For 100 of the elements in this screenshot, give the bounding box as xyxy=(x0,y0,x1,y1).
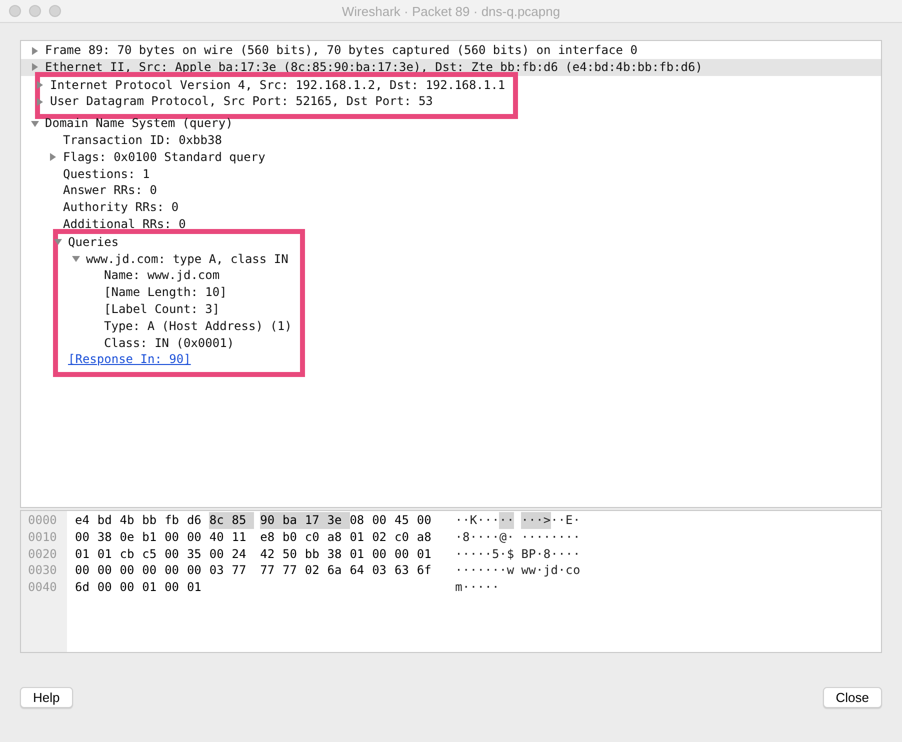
hex-byte[interactable]: c0 xyxy=(394,528,417,546)
ascii-char[interactable]: · xyxy=(477,562,485,580)
ascii-char[interactable]: · xyxy=(455,528,462,546)
hex-byte[interactable]: 03 xyxy=(209,562,232,580)
collapsed-triangle-icon[interactable] xyxy=(36,81,44,90)
hex-byte[interactable]: b1 xyxy=(142,528,165,546)
hex-byte[interactable]: 6f xyxy=(416,562,440,580)
ascii-char[interactable]: · xyxy=(477,528,485,546)
hex-byte[interactable]: 00 xyxy=(372,546,394,562)
ascii-char[interactable]: · xyxy=(492,562,500,580)
ascii-char[interactable]: · xyxy=(484,528,492,546)
ascii-char[interactable]: · xyxy=(550,546,558,562)
hex-byte[interactable]: 08 xyxy=(350,512,372,529)
ascii-char[interactable]: · xyxy=(455,562,462,580)
ascii-char[interactable]: · xyxy=(470,562,478,580)
hex-byte[interactable]: 00 xyxy=(209,546,232,562)
tree-item[interactable]: User Datagram Protocol, Src Port: 52165, Dst Port: 53 xyxy=(50,94,433,108)
hex-byte[interactable]: 00 xyxy=(164,579,187,596)
tree-item[interactable]: Type: A (Host Address) (1) xyxy=(104,318,292,333)
ascii-char[interactable]: · xyxy=(521,512,529,529)
ascii-char[interactable]: · xyxy=(528,528,536,546)
ascii-char[interactable]: · xyxy=(477,546,485,562)
ascii-char[interactable]: 8 xyxy=(462,528,470,546)
hex-byte[interactable]: 00 xyxy=(97,562,120,580)
ascii-char[interactable]: · xyxy=(572,546,580,562)
hex-byte[interactable]: 63 xyxy=(394,562,417,580)
hex-byte[interactable]: e8 xyxy=(260,528,283,546)
hex-byte[interactable]: 00 xyxy=(164,528,187,546)
ascii-char[interactable]: · xyxy=(470,528,478,546)
ascii-char[interactable]: $ xyxy=(506,546,514,562)
hex-byte[interactable]: a8 xyxy=(416,528,440,546)
hex-byte[interactable]: 00 xyxy=(120,579,142,596)
expanded-triangle-icon[interactable] xyxy=(72,255,80,264)
ascii-char[interactable]: c xyxy=(565,562,573,580)
ascii-char[interactable]: · xyxy=(536,528,544,546)
ascii-char[interactable]: · xyxy=(506,528,514,546)
hex-byte[interactable]: c0 xyxy=(304,528,328,546)
ascii-char[interactable]: · xyxy=(572,512,580,529)
hex-byte[interactable]: 00 xyxy=(416,512,440,529)
hex-byte[interactable]: 00 xyxy=(164,562,187,580)
response-link[interactable]: [Response In: 90] xyxy=(68,352,191,366)
hex-byte[interactable]: e4 xyxy=(75,512,98,529)
ascii-char[interactable]: o xyxy=(572,562,580,580)
hex-byte[interactable]: 01 xyxy=(142,579,165,596)
expanded-triangle-icon[interactable] xyxy=(54,238,62,246)
tree-item[interactable]: Domain Name System (query) xyxy=(45,116,233,130)
ascii-char[interactable]: · xyxy=(484,579,492,596)
ascii-char[interactable]: 8 xyxy=(543,546,551,562)
ascii-char[interactable]: · xyxy=(455,546,462,562)
tree-item[interactable]: Name: www.jd.com xyxy=(104,268,220,282)
ascii-char[interactable]: · xyxy=(565,528,573,546)
tree-item[interactable]: [Name Length: 10] xyxy=(104,285,227,300)
hex-byte[interactable]: 40 xyxy=(209,528,232,546)
ascii-char[interactable]: · xyxy=(484,546,492,562)
ascii-char[interactable]: 5 xyxy=(492,546,500,562)
ascii-char[interactable]: m xyxy=(455,579,462,596)
hex-byte[interactable]: 17 xyxy=(304,512,328,529)
ascii-char[interactable]: · xyxy=(477,579,485,596)
ascii-char[interactable]: > xyxy=(543,512,551,529)
hex-byte[interactable]: 45 xyxy=(394,512,417,529)
ascii-char[interactable]: · xyxy=(462,512,470,529)
hex-byte[interactable]: 01 xyxy=(97,546,120,562)
tree-item[interactable]: Transaction ID: 0xbb38 xyxy=(63,132,222,147)
tree-item[interactable]: Answer RRs: 0 xyxy=(63,183,157,198)
tree-item[interactable]: Internet Protocol Version 4, Src: 192.168.1.2, Dst: 192.168.1.1 xyxy=(50,78,506,92)
ascii-char[interactable]: w xyxy=(521,562,529,580)
hex-byte[interactable]: 85 xyxy=(232,512,254,529)
hex-byte[interactable]: 38 xyxy=(97,528,120,546)
hex-byte[interactable]: 00 xyxy=(186,562,210,580)
hex-byte[interactable]: 6a xyxy=(327,562,350,580)
hex-byte[interactable]: a8 xyxy=(327,528,350,546)
hex-byte[interactable]: 77 xyxy=(260,562,283,580)
ascii-char[interactable]: · xyxy=(484,562,492,580)
hex-byte[interactable]: fb xyxy=(164,512,187,529)
ascii-char[interactable]: · xyxy=(499,562,507,580)
tree-item[interactable]: Class: IN (0x0001) xyxy=(104,336,234,350)
tree-item[interactable]: [Label Count: 3] xyxy=(104,302,220,316)
ascii-char[interactable]: · xyxy=(492,579,500,596)
expanded-triangle-icon[interactable] xyxy=(31,120,39,128)
hex-byte[interactable]: 64 xyxy=(350,562,372,580)
hex-byte[interactable]: 77 xyxy=(282,562,305,580)
hex-byte[interactable]: 4b xyxy=(120,512,142,529)
collapsed-triangle-icon[interactable] xyxy=(36,98,44,106)
hex-byte[interactable]: 35 xyxy=(186,546,210,562)
hex-byte[interactable]: 00 xyxy=(120,562,142,580)
ascii-char[interactable]: · xyxy=(455,512,462,529)
ascii-char[interactable]: · xyxy=(558,546,566,562)
hex-byte[interactable]: 24 xyxy=(232,546,254,562)
hex-byte[interactable]: 01 xyxy=(350,546,372,562)
tree-item[interactable]: www.jd.com: type A, class IN xyxy=(86,252,288,266)
tree-item[interactable]: Additional RRs: 0 xyxy=(63,216,186,231)
ascii-char[interactable]: · xyxy=(543,528,551,546)
hex-byte[interactable]: ba xyxy=(282,512,305,529)
ascii-char[interactable]: · xyxy=(484,512,492,529)
hex-byte[interactable]: 00 xyxy=(164,546,187,562)
hex-byte[interactable]: bb xyxy=(304,546,328,562)
hex-byte[interactable]: 00 xyxy=(97,579,120,596)
ascii-char[interactable]: · xyxy=(558,512,566,529)
hex-byte[interactable]: 8c xyxy=(209,512,232,529)
tree-item[interactable]: Questions: 1 xyxy=(63,166,150,181)
